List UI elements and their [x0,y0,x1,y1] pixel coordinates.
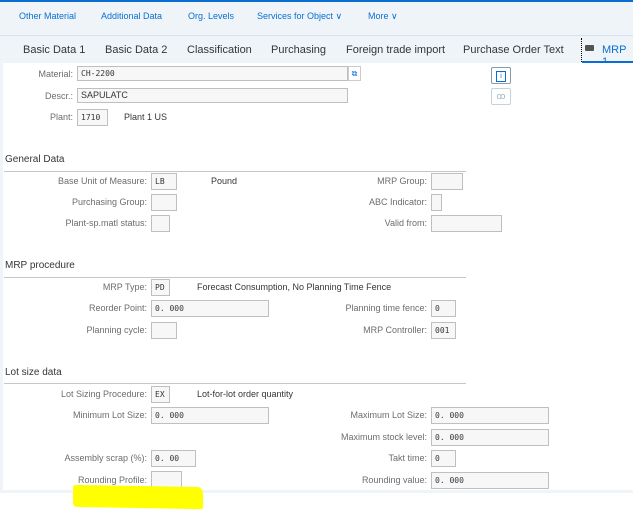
tab-basic-data-2[interactable]: Basic Data 2 [105,44,167,56]
general-data-heading: General Data [5,154,65,165]
maximum-stock-level-field[interactable]: 0. 000 [431,429,549,446]
takt-time-label: Takt time: [388,453,427,463]
tab-foreign-trade-import[interactable]: Foreign trade import [346,44,445,56]
mrp-type-text: Forecast Consumption, No Planning Time F… [197,282,392,292]
abc-indicator-label: ABC Indicator: [368,197,427,207]
descr-label: Descr.: [44,91,73,101]
assembly-scrap-field[interactable]: 0. 00 [151,450,196,467]
valid-from-field[interactable] [431,215,502,232]
tab-purchasing[interactable]: Purchasing [271,44,326,56]
display-button[interactable]: ꝏ [491,88,511,105]
other-material-button[interactable]: Other Material [19,11,76,21]
base-uom-field[interactable]: LB [151,173,177,190]
additional-data-button[interactable]: Additional Data [101,11,162,21]
material-field[interactable]: CH-2200 [77,66,348,81]
planning-cycle-field[interactable] [151,322,177,339]
lot-sizing-procedure-field[interactable]: EX [151,386,170,403]
reorder-point-field[interactable]: 0. 000 [151,300,269,317]
base-uom-label: Base Unit of Measure: [57,176,147,186]
mrp-group-label: MRP Group: [377,176,427,186]
maximum-stock-level-label: Maximum stock level: [340,432,427,442]
plant-status-label: Plant-sp.matl status: [65,218,147,228]
description-field[interactable]: SAPULATC [77,88,348,103]
binoculars-icon: ꝏ [496,91,506,101]
info-button[interactable]: i [491,67,511,84]
tab-classification[interactable]: Classification [187,44,252,56]
info-icon: i [496,71,506,82]
plant-field[interactable]: 1710 [77,109,108,126]
lot-sizing-procedure-text: Lot-for-lot order quantity [197,389,294,399]
valid-from-label: Valid from: [384,218,427,228]
maximum-lot-size-field[interactable]: 0. 000 [431,407,549,424]
yellow-highlight-mark [73,484,203,510]
abc-indicator-field[interactable] [431,194,442,211]
plant-label: Plant: [49,112,73,122]
planning-cycle-label: Planning cycle: [86,325,147,335]
plant-status-field[interactable] [151,215,170,232]
org-levels-button[interactable]: Org. Levels [188,11,234,21]
takt-time-field[interactable]: 0 [431,450,456,467]
material-label: Material: [38,69,73,79]
lot-sizing-procedure-label: Lot Sizing Procedure: [60,389,147,399]
mrp-procedure-divider [4,277,466,278]
base-uom-text: Pound [211,176,238,186]
tab-focus-marker [581,38,582,62]
assembly-scrap-label: Assembly scrap (%): [64,453,147,463]
general-data-divider [4,171,466,172]
tab-basic-data-1[interactable]: Basic Data 1 [23,44,85,56]
planning-time-fence-field[interactable]: 0 [431,300,456,317]
lot-size-heading: Lot size data [5,367,62,378]
lot-size-divider [4,383,466,384]
rounding-value-label: Rounding value: [361,475,427,485]
mrp-controller-label: MRP Controller: [363,325,427,335]
minimum-lot-size-field[interactable]: 0. 000 [151,407,269,424]
purchasing-group-label: Purchasing Group: [71,197,147,207]
tab-purchase-order-text[interactable]: Purchase Order Text [463,44,564,56]
services-for-object-menu[interactable]: Services for Object ∨ [257,11,342,22]
mrp-tab-icon [585,45,594,51]
toolbar: Other Material Additional Data Org. Leve… [0,2,633,36]
purchasing-group-field[interactable] [151,194,177,211]
more-menu[interactable]: More ∨ [368,11,398,22]
copy-icon[interactable]: ⧉ [348,66,361,81]
maximum-lot-size-label: Maximum Lot Size: [350,410,427,420]
mrp-type-field[interactable]: PD [151,279,170,296]
rounding-value-field[interactable]: 0. 000 [431,472,549,489]
planning-time-fence-label: Planning time fence: [345,303,427,313]
mrp-procedure-heading: MRP procedure [5,260,75,271]
plant-description: Plant 1 US [124,112,168,122]
reorder-point-label: Reorder Point: [88,303,147,313]
minimum-lot-size-label: Minimum Lot Size: [72,410,147,420]
tab-bar: Basic Data 1 Basic Data 2 Classification… [0,36,633,68]
mrp-controller-field[interactable]: 001 [431,322,456,339]
mrp-type-label: MRP Type: [102,282,147,292]
mrp-group-field[interactable] [431,173,463,190]
